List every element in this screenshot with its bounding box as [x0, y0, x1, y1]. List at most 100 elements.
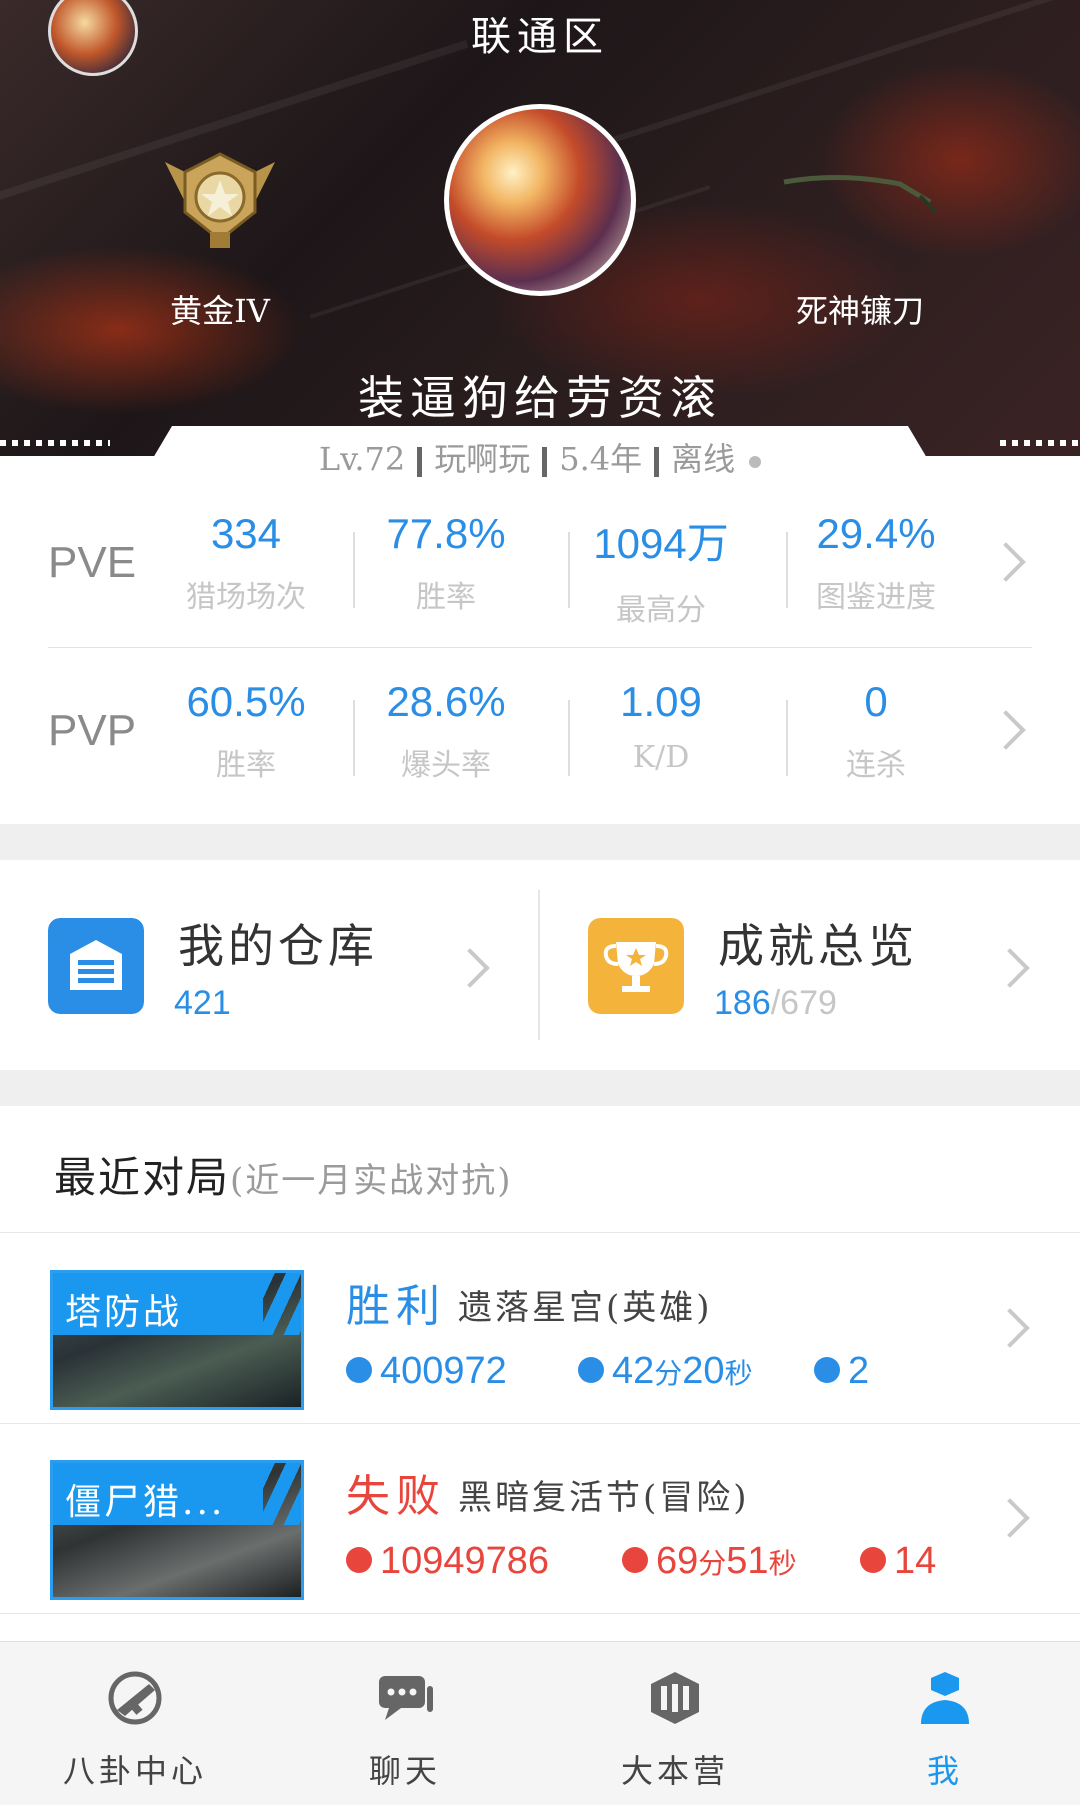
match-sec-unit: 秒: [768, 1547, 797, 1580]
pvp-stats-row[interactable]: PVP 60.5% 胜率 28.6% 爆头率 1.09 K/D 0 连杀: [48, 648, 1032, 816]
chevron-right-icon[interactable]: [986, 710, 1026, 750]
section-gap: [0, 824, 1080, 860]
match-min-unit: 分: [654, 1357, 683, 1390]
match-deaths: 14: [860, 1540, 936, 1583]
timer-icon: [622, 1546, 648, 1573]
pvp-stat-label: K/D: [632, 740, 690, 775]
match-min-unit: 分: [698, 1547, 727, 1580]
skull-icon: [860, 1546, 886, 1573]
warehouse-icon: [48, 918, 144, 1014]
match-thumbnail: 僵尸猎...: [50, 1460, 304, 1600]
pvp-stat-streak: 0 连杀: [768, 678, 984, 788]
pve-stat-matches: 334 猎场场次: [138, 510, 354, 620]
tab-profile[interactable]: 我: [810, 1642, 1080, 1805]
player-level: Lv.72: [318, 440, 406, 478]
pve-stat-value: 334: [210, 510, 282, 557]
pve-stat-highscore: 1094万 最高分: [553, 510, 769, 628]
rank-label: 黄金IV: [170, 292, 270, 330]
warehouse-count: 421: [174, 984, 231, 1022]
recent-title: 最近对局(近一月实战对抗): [54, 1144, 513, 1205]
weapon-label: 死神镰刀: [795, 292, 924, 330]
pve-stat-collection: 29.4% 图鉴进度: [768, 510, 984, 620]
match-score: 10949786: [346, 1540, 549, 1583]
server-name: 联通区: [471, 14, 609, 60]
tab-label: 八卦中心: [62, 1752, 207, 1790]
pve-stat-label: 图鉴进度: [816, 580, 936, 615]
match-sec-unit: 秒: [724, 1357, 753, 1390]
base-icon: [651, 1672, 699, 1724]
player-avatar[interactable]: [444, 104, 636, 296]
match-result: 失败: [346, 1471, 446, 1522]
chat-icon: [379, 1676, 433, 1720]
pve-stat-label: 胜率: [416, 580, 476, 615]
player-status: 离线: [671, 440, 736, 478]
match-sec: 20: [682, 1350, 725, 1392]
warehouse-card[interactable]: 我的仓库 421: [0, 860, 540, 1070]
pve-stats-row[interactable]: PVE 334 猎场场次 77.8% 胜率 1094万 最高分 29.4% 图鉴…: [48, 480, 1032, 648]
pve-stat-winrate: 77.8% 胜率: [338, 510, 554, 620]
achievements-card[interactable]: 成就总览 186/679: [540, 860, 1080, 1070]
match-mode: 塔防战: [53, 1273, 263, 1335]
match-sec: 51: [726, 1540, 769, 1582]
pvp-title: PVP: [48, 706, 137, 755]
player-years: 5.4年: [559, 440, 643, 478]
pvp-stat-headshot: 28.6% 爆头率: [338, 678, 554, 788]
section-gap: [0, 1070, 1080, 1106]
trophy-icon: [588, 918, 684, 1014]
stats-panel: PVE 334 猎场场次 77.8% 胜率 1094万 最高分 29.4% 图鉴…: [0, 480, 1080, 824]
recent-matches: 最近对局(近一月实战对抗) 塔防战 胜利 遗落星宫(英雄) 400972 42分…: [0, 1106, 1080, 1646]
player-name: 装逼狗给劳资滚: [358, 371, 722, 425]
pvp-stat-value: 60.5%: [186, 678, 306, 725]
match-thumbnail: 塔防战: [50, 1270, 304, 1410]
tab-label: 聊天: [368, 1752, 441, 1790]
match-row[interactable]: 僵尸猎... 失败 黑暗复活节(冒险) 10949786 69分51秒 14: [0, 1424, 1080, 1614]
timer-icon: [578, 1356, 604, 1383]
match-score-value: 10949786: [380, 1540, 550, 1582]
medal-icon: [346, 1356, 372, 1383]
bottom-tab-bar: 八卦中心 聊天 大本营 我: [0, 1641, 1080, 1805]
match-map: 黑暗复活节(冒险): [458, 1478, 750, 1518]
recent-hint: (近一月实战对抗): [230, 1161, 513, 1201]
match-result: 胜利: [346, 1281, 446, 1332]
profile-header: 联通区 黄金IV 死神镰刀 装逼狗给劳资滚: [0, 0, 1080, 480]
pvp-stat-value: 1.09: [620, 678, 702, 725]
pve-stat-label: 最高分: [616, 593, 706, 628]
pvp-stat-value: 28.6%: [386, 678, 506, 725]
tab-gossip[interactable]: 八卦中心: [0, 1642, 270, 1805]
rank-badge-icon: [165, 152, 275, 248]
tab-label: 我: [926, 1752, 963, 1790]
match-row[interactable]: 塔防战 胜利 遗落星宫(英雄) 400972 42分20秒 2: [0, 1234, 1080, 1424]
pve-stat-value: 29.4%: [816, 510, 936, 557]
quick-cards: 我的仓库 421 成就总览 186/679: [0, 860, 1080, 1070]
match-map: 遗落星宫(英雄): [458, 1288, 713, 1328]
warehouse-title: 我的仓库: [178, 919, 378, 973]
pvp-stat-kd: 1.09 K/D: [553, 678, 769, 788]
pvp-stat-label: 连杀: [846, 748, 906, 783]
match-score: 400972: [346, 1350, 507, 1393]
pvp-stat-winrate: 60.5% 胜率: [138, 678, 354, 788]
pve-title: PVE: [48, 538, 137, 587]
achievements-progress: 186/679: [714, 984, 837, 1023]
pvp-stat-label: 爆头率: [401, 748, 491, 783]
chevron-right-icon: [990, 1498, 1030, 1538]
weapon-scythe-icon: [783, 174, 938, 214]
achievements-total: /679: [770, 984, 837, 1022]
match-score-value: 400972: [380, 1350, 507, 1392]
tab-chat[interactable]: 聊天: [270, 1642, 540, 1805]
status-dot-icon: [749, 455, 762, 468]
chevron-right-icon: [990, 1308, 1030, 1348]
pvp-stat-value: 0: [864, 678, 888, 725]
pve-stat-value: 1094万: [593, 520, 729, 567]
achievements-title: 成就总览: [718, 919, 918, 973]
player-tag: 玩啊玩: [434, 440, 531, 478]
player-meta: Lv.72 玩啊玩 5.4年 离线: [0, 434, 1080, 480]
recent-title-text: 最近对局: [54, 1153, 231, 1202]
match-duration: 42分20秒: [578, 1350, 753, 1393]
chevron-right-icon[interactable]: [986, 542, 1026, 582]
match-deaths-value: 14: [894, 1540, 937, 1582]
pve-stat-value: 77.8%: [386, 510, 506, 557]
match-mode: 僵尸猎...: [53, 1463, 263, 1525]
match-deaths-value: 2: [848, 1350, 870, 1392]
tab-base[interactable]: 大本营: [540, 1642, 810, 1805]
skull-icon: [814, 1356, 840, 1383]
